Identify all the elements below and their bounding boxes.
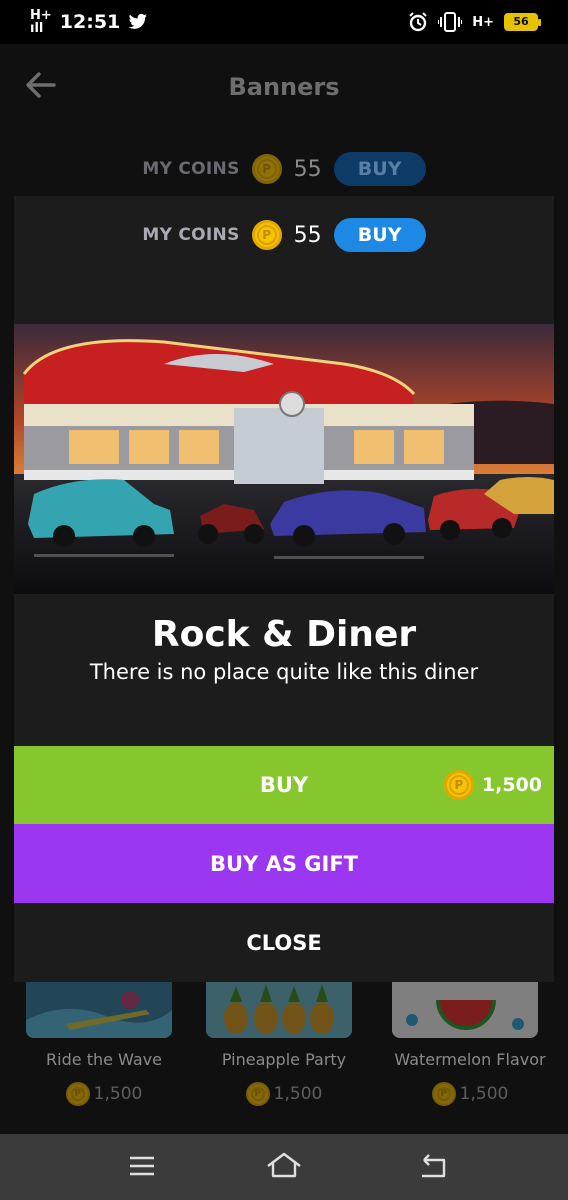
banner-grid: Ride the Wave P 1,500 Pineapple Party P … <box>0 980 568 1120</box>
alarm-icon <box>409 12 427 32</box>
banner-name: Ride the Wave <box>46 1050 162 1069</box>
buy-banner-button[interactable]: BUY P 1,500 <box>14 746 554 824</box>
coin-icon: P <box>443 770 474 800</box>
banner-thumbnail <box>206 980 352 1038</box>
banner-price: P 1,500 <box>16 1082 192 1106</box>
price-value: 1,500 <box>481 774 542 796</box>
coins-value: 55 <box>293 156 322 182</box>
network-icon: H+ <box>472 14 494 30</box>
status-bar: H+ ıll 12:51 H+ 56 <box>0 0 568 44</box>
buy-coins-button[interactable]: BUY <box>333 218 426 252</box>
signal-icon: H+ ıll <box>30 8 52 36</box>
page-header: Banners <box>0 44 568 130</box>
banner-name: Pineapple Party <box>221 1050 347 1069</box>
coin-icon: P <box>251 220 282 250</box>
banner-card[interactable]: Watermelon Flavor P 1,500 <box>382 980 558 1120</box>
coins-value: 55 <box>293 222 322 248</box>
menu-icon[interactable] <box>122 1148 162 1184</box>
my-coins-label: MY COINS <box>142 225 240 245</box>
buy-coins-button[interactable]: BUY <box>333 152 426 186</box>
vibrate-icon <box>438 12 463 32</box>
twitter-icon <box>128 13 148 29</box>
buy-as-gift-button[interactable]: BUY AS GIFT <box>14 824 554 903</box>
battery-icon: 56 <box>504 13 541 31</box>
banner-preview-image <box>14 324 554 594</box>
banner-card[interactable]: Ride the Wave P 1,500 <box>16 980 192 1120</box>
buy-banner-label: BUY <box>259 773 309 797</box>
coin-icon: P <box>431 1082 456 1106</box>
arrow-left-icon[interactable] <box>24 68 58 102</box>
banner-thumbnail <box>26 980 172 1038</box>
coin-icon: P <box>251 154 282 184</box>
clock: 12:51 <box>59 11 121 33</box>
coins-bar: MY COINS P 55 BUY <box>14 218 554 252</box>
close-button[interactable]: CLOSE <box>14 903 554 982</box>
home-icon[interactable] <box>264 1148 304 1184</box>
banner-title: Rock & Diner <box>151 614 417 655</box>
banner-price: P 1,500 <box>196 1082 372 1106</box>
back-icon[interactable] <box>412 1148 452 1184</box>
banner-name: Watermelon Flavor <box>394 1050 546 1069</box>
coin-icon: P <box>65 1082 90 1106</box>
coin-icon: P <box>245 1082 270 1106</box>
banner-card[interactable]: Pineapple Party P 1,500 <box>196 980 372 1120</box>
banner-price: P 1,500 <box>443 770 542 800</box>
system-nav-bar <box>0 1134 568 1200</box>
banner-thumbnail <box>392 980 538 1038</box>
banner-description: There is no place quite like this diner <box>89 660 479 684</box>
page-title: Banners <box>228 73 340 101</box>
app-screen: H+ ıll 12:51 H+ 56 Banners MY COINS P 55… <box>0 0 568 1200</box>
coins-bar: MY COINS P 55 BUY <box>0 152 568 186</box>
banner-price: P 1,500 <box>382 1082 558 1106</box>
my-coins-label: MY COINS <box>142 159 240 179</box>
banner-purchase-dialog: MY COINS P 55 BUY Rock & Diner There is … <box>14 196 554 982</box>
